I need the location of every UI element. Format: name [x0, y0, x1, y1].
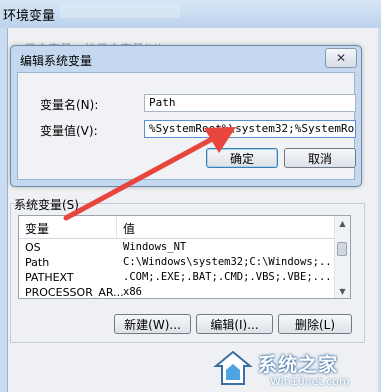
cancel-button[interactable]: 取消: [284, 148, 356, 168]
edit-system-variable-dialog: 编辑系统变量 ✕ 变量名(N): Path 变量值(V): %SystemRoo…: [10, 45, 362, 187]
delete-button[interactable]: 删除(L): [278, 314, 352, 334]
table-row[interactable]: PROCESSOR_AR... x86: [19, 285, 335, 299]
dialog-body: 变量名(N): Path 变量值(V): %SystemRoot%\system…: [17, 72, 356, 180]
row-value: .COM;.EXE;.BAT;.CMD;.VBS;.VBE;...: [123, 271, 331, 283]
edit-button[interactable]: 编辑(I)...: [196, 314, 273, 334]
row-variable: OS: [25, 241, 41, 254]
list-header: 变量 值: [19, 216, 335, 239]
column-divider[interactable]: [116, 216, 117, 238]
table-row[interactable]: OS Windows_NT: [19, 240, 335, 255]
close-button[interactable]: ✕: [325, 48, 357, 68]
outer-window-titlebar: 环境变量: [0, 0, 381, 28]
new-button[interactable]: 新建(W)...: [114, 314, 191, 334]
row-variable: Path: [25, 256, 50, 269]
row-variable: PROCESSOR_AR...: [25, 286, 124, 299]
variable-value-label: 变量值(V):: [40, 124, 98, 138]
ok-button[interactable]: 确定: [206, 148, 278, 168]
scroll-up-icon[interactable]: ▲: [335, 216, 350, 230]
dialog-title: 编辑系统变量: [20, 54, 93, 68]
system-variables-list[interactable]: 变量 值 OS Windows_NT Path C:\Windows\syste…: [18, 215, 351, 299]
scroll-thumb[interactable]: [337, 242, 347, 256]
watermark-subtitle: Win10net.com: [270, 375, 350, 388]
column-header-variable[interactable]: 变量: [25, 220, 49, 237]
scroll-down-icon[interactable]: ▼: [335, 284, 350, 298]
close-icon: ✕: [335, 51, 347, 65]
row-value: x86: [123, 286, 142, 298]
watermark-title: 系统之家: [258, 354, 339, 376]
row-value: Windows_NT: [123, 241, 187, 253]
table-row[interactable]: PATHEXT .COM;.EXE;.BAT;.CMD;.VBS;.VBE;..…: [19, 270, 335, 285]
table-row[interactable]: Path C:\Windows\system32;C:\Windows;...: [19, 255, 335, 270]
row-value: C:\Windows\system32;C:\Windows;...: [123, 256, 331, 268]
variable-name-field[interactable]: Path: [144, 94, 356, 112]
watermark-logo: [213, 350, 253, 385]
outer-window-title: 环境变量: [3, 9, 56, 24]
watermark: 系统之家 Win10net.com: [210, 346, 380, 392]
row-variable: PATHEXT: [25, 271, 74, 284]
system-variables-label: 系统变量(S): [14, 198, 79, 212]
variable-name-label: 变量名(N):: [40, 98, 99, 112]
faded-strip: [60, 4, 180, 18]
vertical-scrollbar[interactable]: ▲ ▼: [334, 216, 350, 298]
variable-value-field[interactable]: %SystemRoot%\system32;%SystemRoot%;%: [144, 120, 356, 138]
column-header-value[interactable]: 值: [123, 220, 135, 237]
